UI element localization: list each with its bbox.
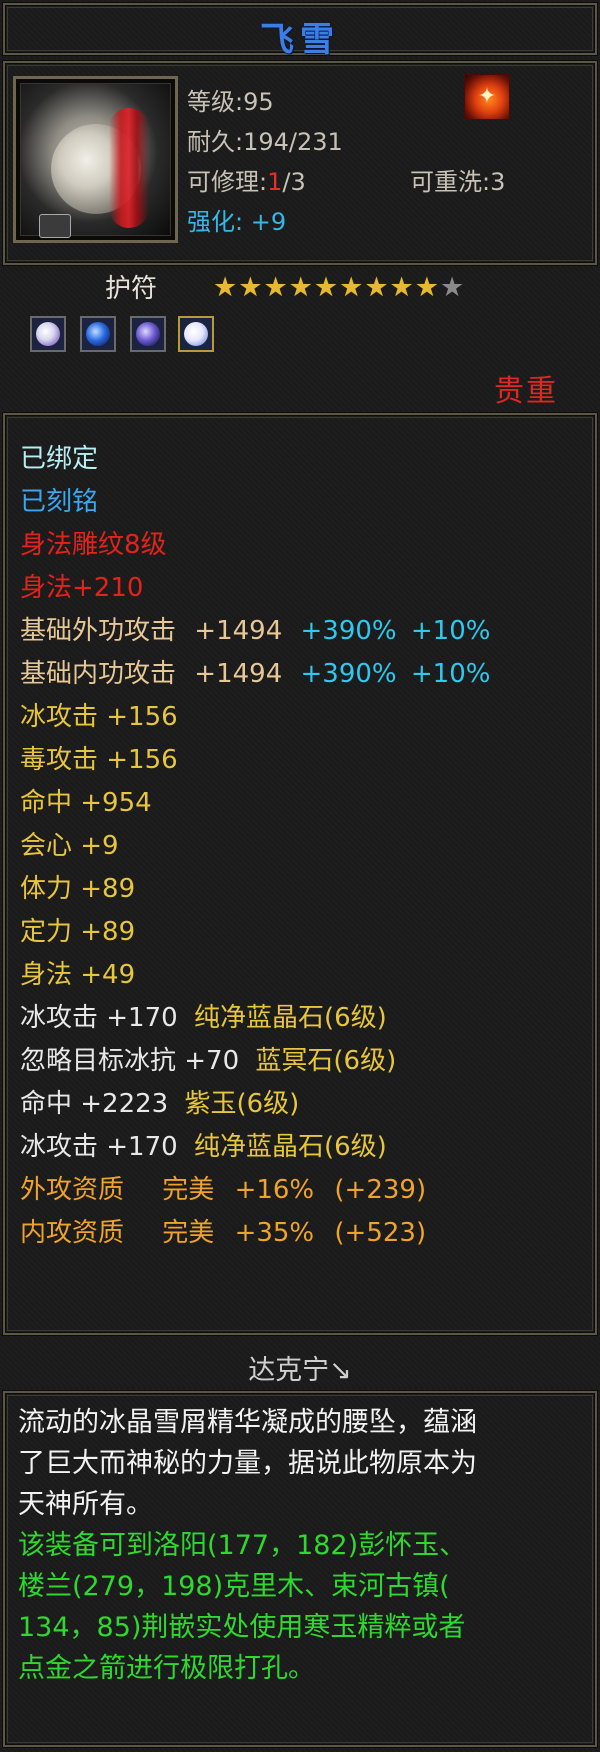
star-rating: ★★★★★★★★★★ <box>213 274 465 301</box>
bound-status: 已绑定 <box>20 444 99 474</box>
star-filled-icon: ★ <box>339 272 365 303</box>
gem-socket-2-icon[interactable] <box>80 316 116 352</box>
owner-name: 达克宁↘ <box>248 1355 352 1386</box>
stat-agility: 身法 +49 <box>20 960 136 990</box>
base-inner-attack: 基础内功攻击 +1494 +390% +10% <box>20 659 491 689</box>
carving-level: 身法雕纹8级 <box>20 530 167 560</box>
socket-hint-line-4: 点金之箭进行极限打孔。 <box>18 1653 315 1684</box>
lock-icon <box>39 214 71 238</box>
quality-outer: 外攻资质 完美 +16% (+239) <box>20 1175 427 1205</box>
star-filled-icon: ★ <box>238 272 264 303</box>
star-empty-icon: ★ <box>439 272 466 303</box>
attributes-panel: 已绑定 已刻铭 身法雕纹8级 身法+210 基础外功攻击 +1494 +390%… <box>0 410 600 1338</box>
description-line-2: 了巨大而神秘的力量，据说此物原本为 <box>18 1448 477 1479</box>
gem-stat-1: 冰攻击 +170 纯净蓝晶石(6级) <box>20 1003 387 1033</box>
gem-socket-4-icon[interactable] <box>178 316 214 352</box>
star-filled-icon: ★ <box>389 272 415 303</box>
rewash-line: 可重洗:3 <box>410 168 506 196</box>
gem-socket-1-icon[interactable] <box>30 316 66 352</box>
star-filled-icon: ★ <box>364 272 390 303</box>
stat-crit: 会心 +9 <box>20 831 119 861</box>
title-panel: 飞雪 <box>0 0 600 60</box>
gem-stat-4: 冰攻击 +170 纯净蓝晶石(6级) <box>20 1132 387 1162</box>
gem-stat-2: 忽略目标冰抗 +70 蓝冥石(6级) <box>20 1046 397 1076</box>
engraved-status: 已刻铭 <box>20 487 99 517</box>
socket-hint-line-1: 该装备可到洛阳(177，182)彭怀玉、 <box>18 1530 467 1561</box>
star-filled-icon: ★ <box>313 272 340 303</box>
flame-rank-icon: ✦ <box>464 74 510 120</box>
owner-panel: 达克宁↘ <box>0 1338 600 1388</box>
stat-ice-attack: 冰攻击 +156 <box>20 702 178 732</box>
item-name: 飞雪 <box>260 20 340 60</box>
stat-stamina: 体力 +89 <box>20 874 136 904</box>
agility-bonus: 身法+210 <box>20 573 144 603</box>
enhance-line: 强化: +9 <box>187 208 287 236</box>
description-line-1: 流动的冰晶雪屑精华凝成的腰坠，蕴涵 <box>18 1407 477 1438</box>
header-panel: 等级:95 耐久:194/231 可修理:1/3 可重洗:3 强化: +9 ✦ … <box>0 58 600 410</box>
socket-hint-line-2: 楼兰(279，198)克里木、束河古镇( <box>18 1571 450 1602</box>
stat-focus: 定力 +89 <box>20 917 136 947</box>
star-filled-icon: ★ <box>213 272 239 303</box>
description-line-3: 天神所有。 <box>18 1489 153 1520</box>
description-panel: 流动的冰晶雪屑精华凝成的腰坠，蕴涵 了巨大而神秘的力量，据说此物原本为 天神所有… <box>0 1388 600 1752</box>
quality-inner: 内攻资质 完美 +35% (+523) <box>20 1218 427 1248</box>
repair-line: 可修理:1/3 <box>187 168 306 196</box>
base-outer-attack: 基础外功攻击 +1494 +390% +10% <box>20 616 491 646</box>
precious-label: 贵重 <box>494 374 558 409</box>
socket-hint-line-3: 134，85)荆嵌实处使用寒玉精粹或者 <box>18 1612 466 1643</box>
item-subtype: 护符 <box>105 274 158 304</box>
stat-hit: 命中 +954 <box>20 788 152 818</box>
stat-poison-attack: 毒攻击 +156 <box>20 745 178 775</box>
star-filled-icon: ★ <box>288 272 314 303</box>
white-jade-pendant-icon <box>13 76 178 243</box>
star-filled-icon: ★ <box>263 272 289 303</box>
durability-line: 耐久:194/231 <box>187 128 343 156</box>
level-line: 等级:95 <box>187 88 274 116</box>
gem-stat-3: 命中 +2223 紫玉(6级) <box>20 1089 300 1119</box>
star-filled-icon: ★ <box>414 272 440 303</box>
gem-socket-3-icon[interactable] <box>130 316 166 352</box>
